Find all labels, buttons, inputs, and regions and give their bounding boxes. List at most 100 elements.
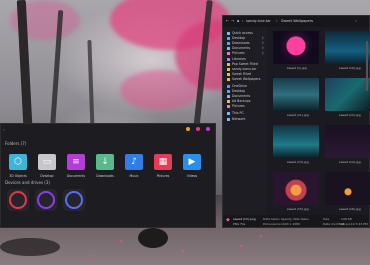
sidebar-item-label: Pop Sweet Filled bbox=[232, 62, 258, 66]
cube-icon: ⬡ bbox=[9, 154, 27, 170]
back-arrow-icon[interactable]: ← bbox=[226, 19, 229, 23]
sidebar-item[interactable]: Documents bbox=[227, 94, 250, 98]
folder-icon bbox=[227, 117, 230, 121]
sidebar-item-label: Pictures bbox=[232, 51, 245, 55]
thumbnail-label: sweet (1).jpg bbox=[287, 66, 307, 70]
folder-tile[interactable]: ♪ Music bbox=[121, 154, 147, 186]
music-icon: ♪ bbox=[125, 154, 143, 170]
title-bar: ‹ bbox=[1, 124, 215, 134]
thumbnail-label: sweet (14).jpg bbox=[339, 160, 361, 164]
wallpaper-thumbnail[interactable] bbox=[325, 78, 370, 111]
drive-icon bbox=[37, 191, 55, 209]
folder-icon: ▪ bbox=[237, 19, 240, 23]
sidebar-item[interactable]: Quick access bbox=[227, 31, 253, 35]
sidebar-item[interactable]: Sweet Wallpapers bbox=[227, 77, 260, 81]
sidebar-item[interactable]: Desktop bbox=[227, 89, 245, 93]
thumbnail-label: sweet (16).jpg bbox=[339, 207, 361, 211]
thumbnail-label: sweet (15).jpg bbox=[287, 207, 309, 211]
wallpaper-thumbnail[interactable] bbox=[325, 31, 370, 64]
sidebar-item[interactable]: Documents bbox=[227, 46, 250, 50]
dimensions-label: Dimensions bbox=[263, 221, 281, 226]
wallpaper-thumbnail[interactable] bbox=[273, 78, 319, 111]
vertical-scrollbar[interactable] bbox=[366, 41, 368, 91]
folder-icon bbox=[227, 89, 230, 93]
folder-label: Music bbox=[129, 174, 139, 178]
selected-file-icon: ◆ bbox=[226, 217, 230, 223]
devices-section-title[interactable]: Devices and drives (3) bbox=[5, 180, 50, 185]
folder-icon bbox=[227, 57, 230, 61]
folder-label: Pictures bbox=[156, 174, 170, 178]
drive-tile[interactable] bbox=[35, 189, 57, 211]
folder-tile[interactable]: ▦ Pictures bbox=[150, 154, 176, 186]
file-type: PNG File bbox=[233, 221, 246, 226]
forward-arrow-icon[interactable]: → bbox=[231, 19, 234, 23]
search-icon[interactable]: ⌕ bbox=[355, 19, 357, 23]
sidebar-item-label: Quick access bbox=[232, 31, 253, 35]
pin-icon: ⚲ bbox=[261, 41, 264, 45]
minimize-button[interactable] bbox=[186, 127, 190, 131]
folder-icon bbox=[227, 111, 230, 115]
folder-icon bbox=[227, 36, 230, 40]
sidebar-item[interactable]: Pictures bbox=[227, 104, 245, 108]
sidebar-item[interactable]: Downloads bbox=[227, 41, 250, 45]
sidebar-item[interactable]: sandy-icons.tar bbox=[227, 67, 256, 71]
drive-tile[interactable] bbox=[7, 189, 29, 211]
sidebar-item-label: Documents bbox=[232, 46, 251, 50]
folders-section-title[interactable]: Folders (7) bbox=[5, 141, 26, 146]
sidebar-item-label: Network bbox=[232, 117, 246, 121]
size-value: 148 KB bbox=[341, 217, 352, 221]
wallpaper-thumbnail[interactable] bbox=[325, 125, 370, 158]
download-icon: ↓ bbox=[96, 154, 114, 170]
folder-icon bbox=[227, 31, 230, 35]
maximize-button[interactable] bbox=[196, 127, 200, 131]
sidebar-item-label: Downloads bbox=[232, 41, 250, 45]
sidebar-item-label: Sweet Wallpapers bbox=[232, 77, 261, 81]
sidebar-item-label: Sweet Filled bbox=[232, 72, 252, 76]
wallpaper-thumbnail[interactable] bbox=[325, 172, 370, 205]
drive-tile[interactable] bbox=[63, 189, 85, 211]
drive-icon bbox=[9, 191, 27, 209]
folder-icon bbox=[227, 84, 230, 88]
folder-label: Videos bbox=[186, 174, 198, 178]
breadcrumb-item[interactable]: sandy-hoe.tar bbox=[246, 19, 271, 23]
breadcrumb-sep: › bbox=[242, 19, 244, 23]
thumbnail-label: sweet (11).jpg bbox=[287, 113, 309, 117]
sidebar-item[interactable]: Libraries bbox=[227, 57, 246, 61]
date-taken-label: Date taken bbox=[263, 217, 280, 221]
close-button[interactable] bbox=[206, 127, 210, 131]
sidebar-item[interactable]: OneDrive bbox=[227, 84, 247, 88]
sidebar-item[interactable]: Pop Sweet Filled bbox=[227, 62, 258, 66]
sidebar-item[interactable]: Network bbox=[227, 117, 245, 121]
folder-icon bbox=[227, 94, 230, 98]
dimensions-value: 1920 x 1080 bbox=[281, 221, 300, 226]
sidebar-item[interactable]: Pictures bbox=[227, 51, 245, 55]
navigation-pane: Quick access Desktop ⚲ Downloads ⚲ Documents ⚲… bbox=[223, 27, 267, 215]
wallpaper-thumbnail[interactable] bbox=[273, 172, 319, 205]
folder-tile[interactable]: ▶ Videos bbox=[179, 154, 205, 186]
drive-icon bbox=[65, 191, 83, 209]
wallpaper-thumbnail[interactable] bbox=[273, 125, 319, 158]
title-bar: ← → ▪ › sandy-hoe.tar › Sweet Wallpapers… bbox=[223, 16, 369, 27]
rock bbox=[0, 238, 60, 256]
breadcrumb-item[interactable]: Sweet Wallpapers bbox=[281, 19, 313, 23]
folder-label: Desktop bbox=[40, 174, 54, 178]
folder-label: 3D Objects bbox=[9, 174, 27, 178]
sidebar-item-label: This PC bbox=[232, 111, 244, 115]
sidebar-item[interactable]: This PC bbox=[227, 111, 244, 115]
sidebar-item[interactable]: Ad Backups bbox=[227, 99, 251, 103]
date-taken-value[interactable]: Specify date taken bbox=[281, 217, 309, 221]
folder-tile[interactable]: ↓ Downloads bbox=[92, 154, 118, 186]
sidebar-item-label: Desktop bbox=[232, 36, 246, 40]
folder-tile[interactable]: ≡ Documents bbox=[63, 154, 89, 186]
pin-icon: ⚲ bbox=[261, 36, 264, 40]
chevron-left-icon[interactable]: ‹ bbox=[3, 127, 5, 132]
sidebar-item-label: OneDrive bbox=[232, 84, 247, 88]
folder-icon bbox=[227, 62, 230, 66]
folder-icon bbox=[227, 99, 230, 103]
sidebar-item[interactable]: Sweet Filled bbox=[227, 72, 251, 76]
sidebar-item[interactable]: Desktop bbox=[227, 36, 245, 40]
wallpaper-thumbnail[interactable] bbox=[273, 31, 319, 64]
gallery-explorer-window: ← → ▪ › sandy-hoe.tar › Sweet Wallpapers… bbox=[222, 15, 370, 228]
breadcrumb-sep: › bbox=[276, 19, 278, 23]
videos-icon: ▶ bbox=[183, 154, 201, 170]
